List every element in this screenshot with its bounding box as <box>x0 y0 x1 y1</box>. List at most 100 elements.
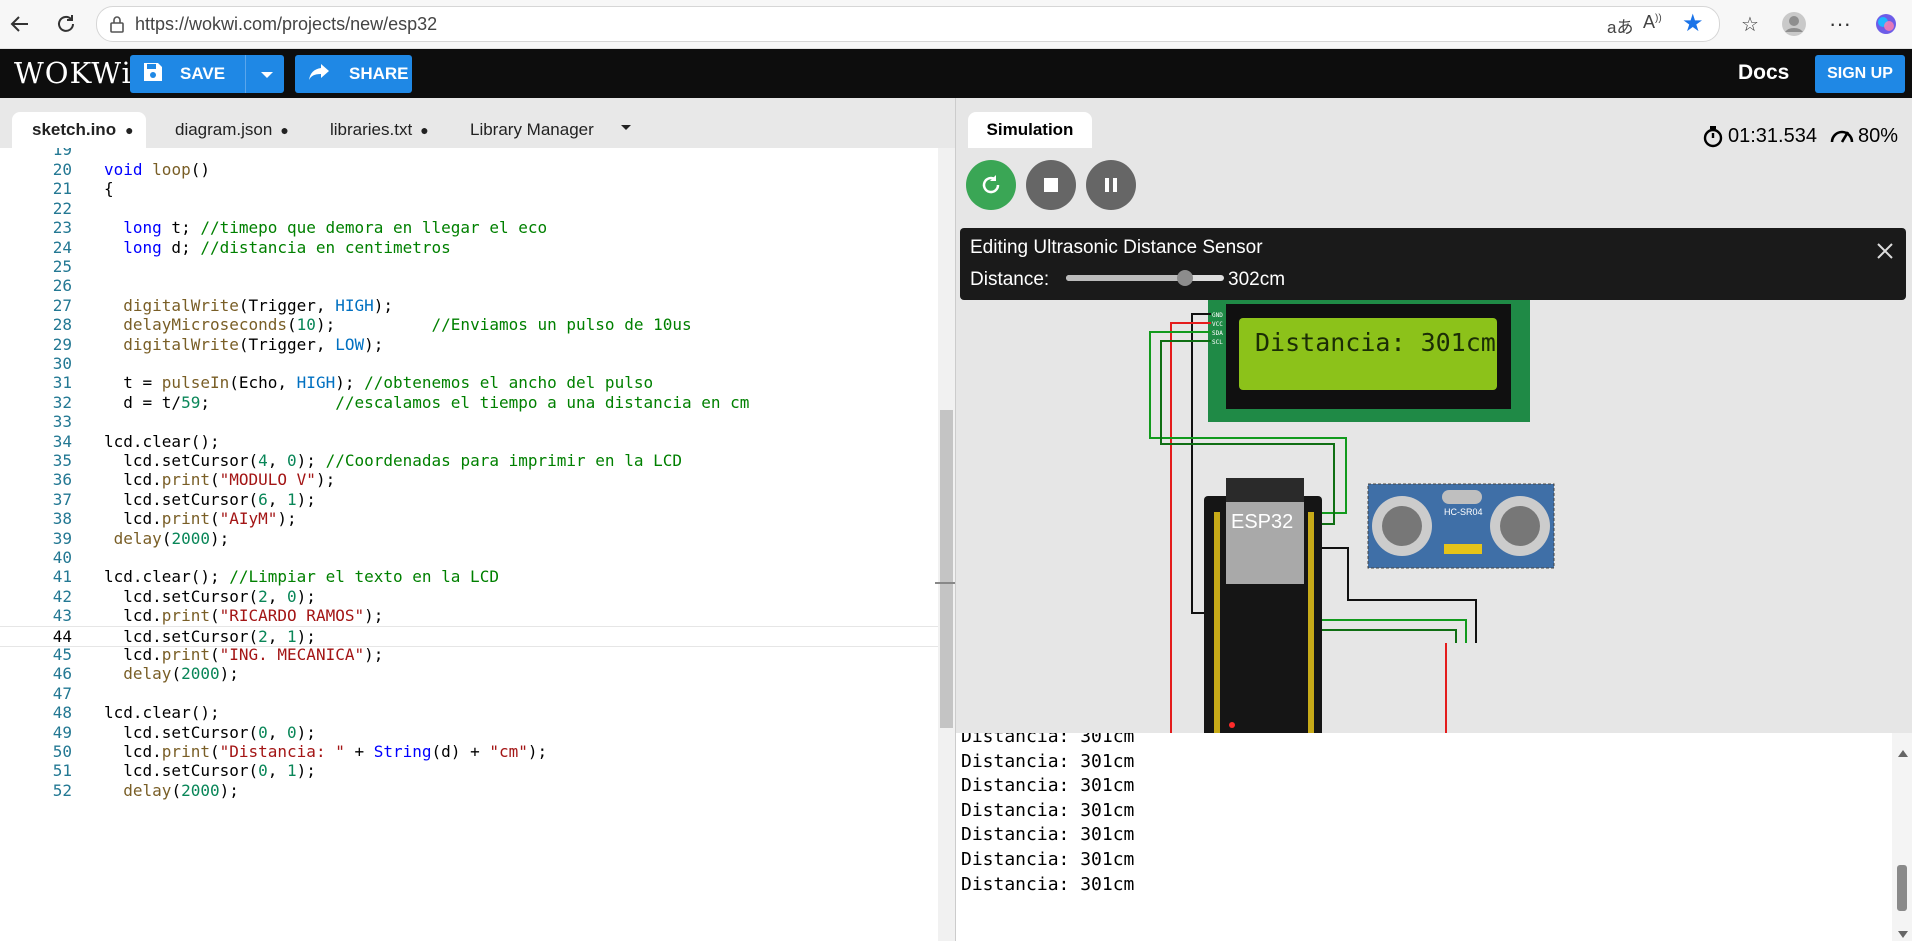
code-text: lcd.setCursor(2, 0); <box>104 586 316 606</box>
code-text: lcd.clear(); //Limpiar el texto en la LC… <box>104 567 499 587</box>
favorite-star-icon[interactable]: ★ <box>1682 9 1704 38</box>
code-line[interactable]: 46 delay(2000); <box>0 664 938 683</box>
docs-link[interactable]: Docs <box>1738 61 1789 85</box>
unsaved-dot-icon: ● <box>280 122 289 138</box>
tab-library-manager[interactable]: Library Manager <box>455 112 615 148</box>
code-text: lcd.print("ING. MECANICA"); <box>104 645 384 664</box>
code-text: lcd.setCursor(6, 1); <box>104 489 316 509</box>
editor-scrollbar-thumb[interactable] <box>940 410 953 728</box>
code-line[interactable]: 50 lcd.print("Distancia: " + String(d) +… <box>0 742 938 761</box>
serial-monitor[interactable]: Distancia: 301cm Distancia: 301cm Distanci… <box>956 733 1912 941</box>
url-text: https://wokwi.com/projects/new/esp32 <box>135 14 438 34</box>
code-line[interactable]: 20 void loop() <box>0 160 938 179</box>
code-text: delayMicroseconds(10); //Enviamos un pul… <box>123 315 692 335</box>
back-icon[interactable] <box>6 10 34 38</box>
code-line[interactable]: 39 delay(2000); <box>0 529 938 548</box>
code-line[interactable]: 42 lcd.setCursor(2, 0); <box>0 587 938 606</box>
profile-icon[interactable] <box>1780 10 1808 38</box>
esp32-board[interactable]: ESP32 <box>1204 478 1322 733</box>
code-line[interactable]: 38 lcd.print("AIyM"); <box>0 509 938 528</box>
wokwi-logo[interactable]: WOKWi <box>14 56 132 90</box>
code-text: lcd.clear(); <box>104 703 220 723</box>
scroll-down-icon[interactable] <box>1898 923 1908 941</box>
code-line[interactable]: 22 <box>0 199 938 218</box>
esp32-label: ESP32 <box>1231 511 1293 533</box>
sensor-label: HC-SR04 <box>1444 507 1483 517</box>
share-button[interactable]: SHARE <box>295 55 412 93</box>
code-line[interactable]: 32 d = t/59; //escalamos el tiempo a una… <box>0 393 938 412</box>
lock-icon[interactable] <box>109 15 125 38</box>
stop-icon <box>1044 178 1058 192</box>
scroll-up-icon[interactable] <box>1898 741 1908 762</box>
distance-slider[interactable] <box>1066 270 1224 286</box>
code-line[interactable]: 35 lcd.setCursor(4, 0); //Coordenadas pa… <box>0 451 938 470</box>
code-text: long t; //timepo que demora en llegar el… <box>123 218 548 238</box>
code-line[interactable]: 28 delayMicroseconds(10); //Enviamos un … <box>0 315 938 334</box>
sign-up-button[interactable]: SIGN UP <box>1815 55 1905 93</box>
hc-sr04-sensor[interactable]: HC-SR04 <box>1367 483 1555 569</box>
line-number: 32 <box>52 392 72 412</box>
code-text: lcd.setCursor(4, 0); //Coordenadas para … <box>104 451 682 470</box>
address-bar[interactable]: https://wokwi.com/projects/new/esp32 aあ … <box>96 6 1720 42</box>
code-line[interactable]: 45 lcd.print("ING. MECANICA"); <box>0 645 938 664</box>
line-number: 25 <box>52 257 72 276</box>
favorites-icon[interactable]: ☆ <box>1736 10 1764 38</box>
editor-tab-bar: sketch.ino ● diagram.json ● libraries.tx… <box>0 98 955 148</box>
code-text: digitalWrite(Trigger, LOW); <box>123 334 384 354</box>
distance-slider-thumb[interactable] <box>1177 270 1194 286</box>
code-line[interactable]: 30 <box>0 354 938 373</box>
copilot-icon[interactable] <box>1872 10 1900 38</box>
code-editor[interactable]: 19 20 void loop() 21 {22 23 long t; //timepo… <box>0 148 938 941</box>
tab-overflow-chevron-icon[interactable] <box>620 120 632 138</box>
speed-gauge-icon <box>1830 130 1854 143</box>
code-line[interactable]: 48 lcd.clear(); <box>0 703 938 722</box>
translate-icon[interactable]: aあ <box>1607 13 1633 38</box>
code-line[interactable]: 43 lcd.print("RICARDO RAMOS"); <box>0 606 938 625</box>
console-scrollbar-thumb[interactable] <box>1897 865 1907 911</box>
code-line[interactable]: 36 lcd.print("MODULO V"); <box>0 470 938 489</box>
code-line[interactable]: 47 <box>0 684 938 703</box>
code-text: lcd.setCursor(2, 1); <box>104 626 316 646</box>
line-number: 52 <box>52 780 72 800</box>
line-number: 36 <box>52 470 72 490</box>
code-line[interactable]: 41 lcd.clear(); //Limpiar el texto en la … <box>0 567 938 586</box>
code-line[interactable]: 33 <box>0 412 938 431</box>
close-icon[interactable] <box>1876 242 1894 265</box>
code-line[interactable]: 27 digitalWrite(Trigger, HIGH); <box>0 296 938 315</box>
code-line[interactable]: 25 <box>0 257 938 276</box>
code-line[interactable]: 52 delay(2000); <box>0 781 938 800</box>
read-aloud-icon[interactable]: A)) <box>1643 12 1662 33</box>
code-text: { <box>104 179 114 199</box>
code-line[interactable]: 44 lcd.setCursor(2, 1); <box>0 625 938 647</box>
stop-button[interactable] <box>1026 160 1076 210</box>
code-text: lcd.setCursor(0, 0); <box>104 722 316 742</box>
console-scrollbar[interactable] <box>1892 733 1912 941</box>
code-line[interactable]: 26 <box>0 276 938 295</box>
code-line[interactable]: 37 lcd.setCursor(6, 1); <box>0 490 938 509</box>
more-icon[interactable]: ··· <box>1826 10 1854 38</box>
console-line: Distancia: 301cm <box>961 750 1135 772</box>
lcd1602-display[interactable]: Distancia: 301cm GND VCC SDA SCL <box>1208 298 1530 422</box>
pause-button[interactable] <box>1086 160 1136 210</box>
code-line[interactable]: 40 <box>0 548 938 567</box>
tab-simulation[interactable]: Simulation <box>968 112 1092 148</box>
tab-sketch-ino[interactable]: sketch.ino ● <box>12 112 146 148</box>
save-button[interactable]: SAVE <box>130 55 284 93</box>
code-text: d = t/59; //escalamos el tiempo a una di… <box>104 392 750 412</box>
tab-diagram-json[interactable]: diagram.json ● <box>160 112 300 148</box>
code-line[interactable]: 24 long d; //distancia en centimetros <box>0 238 938 257</box>
tab-libraries-txt[interactable]: libraries.txt ● <box>315 112 445 148</box>
code-line[interactable]: 49 lcd.setCursor(0, 0); <box>0 723 938 742</box>
code-line[interactable]: 29 digitalWrite(Trigger, LOW); <box>0 335 938 354</box>
diagram-canvas[interactable]: Distancia: 301cm GND VCC SDA SCL ESP32 H… <box>956 298 1912 733</box>
editor-scrollbar[interactable] <box>935 148 955 941</box>
code-line[interactable]: 34 lcd.clear(); <box>0 432 938 451</box>
refresh-icon[interactable] <box>52 10 80 38</box>
restart-button[interactable] <box>966 160 1016 210</box>
chevron-down-icon[interactable] <box>260 63 274 90</box>
code-line[interactable]: 31 t = pulseIn(Echo, HIGH); //obtenemos … <box>0 373 938 392</box>
line-number: 43 <box>52 606 72 626</box>
code-line[interactable]: 23 long t; //timepo que demora en llegar… <box>0 218 938 237</box>
code-line[interactable]: 51 lcd.setCursor(0, 1); <box>0 761 938 780</box>
code-line[interactable]: 21 { <box>0 179 938 198</box>
